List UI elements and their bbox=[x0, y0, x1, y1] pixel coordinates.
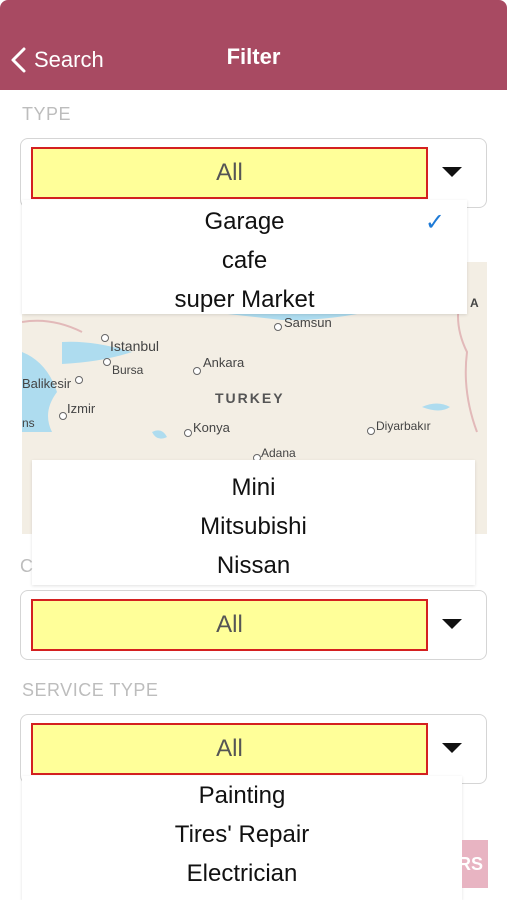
type-selected-value: All bbox=[31, 147, 428, 199]
map-pin bbox=[75, 376, 83, 384]
dropdown-caret-icon[interactable] bbox=[442, 167, 462, 177]
type-dropdown-list: Garage ✓ cafe super Market bbox=[22, 200, 467, 314]
dropdown-option-painting[interactable]: Painting bbox=[22, 776, 462, 815]
map-edge-label: A bbox=[470, 296, 479, 310]
page-title: Filter bbox=[226, 44, 281, 69]
dropdown-caret-icon[interactable] bbox=[442, 619, 462, 629]
option-label: Nissan bbox=[216, 551, 291, 579]
dropdown-option-cafe[interactable]: cafe bbox=[22, 241, 467, 280]
city-label: Bursa bbox=[112, 363, 144, 377]
option-label: Mini bbox=[231, 473, 276, 501]
city-label: Izmir bbox=[67, 401, 96, 416]
car-dropdown-list: Mini Mitsubishi Nissan bbox=[32, 460, 475, 585]
option-label: super Market bbox=[174, 285, 315, 313]
option-label: cafe bbox=[221, 246, 268, 274]
action-button[interactable]: RS bbox=[462, 840, 488, 888]
map-pin bbox=[184, 429, 192, 437]
city-label: Konya bbox=[193, 420, 230, 435]
car-select[interactable]: All bbox=[20, 590, 487, 660]
dropdown-option-mini[interactable]: Mini bbox=[32, 468, 475, 507]
option-label: Tires' Repair bbox=[174, 820, 310, 848]
option-label: Electrician bbox=[186, 859, 298, 887]
type-select[interactable]: All bbox=[20, 138, 487, 208]
dropdown-option-super-market[interactable]: super Market bbox=[22, 280, 467, 319]
country-label: TURKEY bbox=[215, 390, 285, 406]
navigation-bar: Search Filter bbox=[0, 0, 507, 90]
city-label: Adana bbox=[261, 446, 296, 460]
car-selected-value: All bbox=[31, 599, 428, 651]
city-label: Istanbul bbox=[110, 338, 160, 354]
city-label: Ankara bbox=[203, 355, 245, 370]
option-label: Garage bbox=[204, 207, 285, 235]
type-label: TYPE bbox=[22, 104, 72, 124]
service-type-select[interactable]: All bbox=[20, 714, 487, 784]
map-edge-label: ns bbox=[22, 416, 35, 430]
dropdown-option-nissan[interactable]: Nissan bbox=[32, 546, 475, 585]
dropdown-option-electrician[interactable]: Electrician bbox=[22, 854, 462, 893]
checkmark-icon: ✓ bbox=[424, 209, 445, 236]
map-pin bbox=[59, 412, 67, 420]
service-dropdown-list: Painting Tires' Repair Electrician bbox=[22, 776, 462, 900]
map-pin bbox=[103, 358, 111, 366]
car-label: C bbox=[20, 556, 34, 576]
option-label: Painting bbox=[198, 781, 286, 809]
city-label: Diyarbakır bbox=[376, 419, 431, 433]
map-pin bbox=[367, 427, 375, 435]
option-label: Mitsubishi bbox=[200, 512, 307, 540]
dropdown-caret-icon[interactable] bbox=[442, 743, 462, 753]
service-selected-value: All bbox=[31, 723, 428, 775]
map-pin bbox=[101, 334, 109, 342]
dropdown-option-garage[interactable]: Garage ✓ bbox=[22, 202, 467, 241]
map-pin bbox=[274, 323, 282, 331]
city-label: Balikesir bbox=[22, 376, 72, 391]
service-type-label: SERVICE TYPE bbox=[22, 680, 159, 700]
map-pin bbox=[193, 367, 201, 375]
dropdown-option-mitsubishi[interactable]: Mitsubishi bbox=[32, 507, 475, 546]
dropdown-option-tires-repair[interactable]: Tires' Repair bbox=[22, 815, 462, 854]
action-button-label: RS bbox=[462, 853, 484, 874]
